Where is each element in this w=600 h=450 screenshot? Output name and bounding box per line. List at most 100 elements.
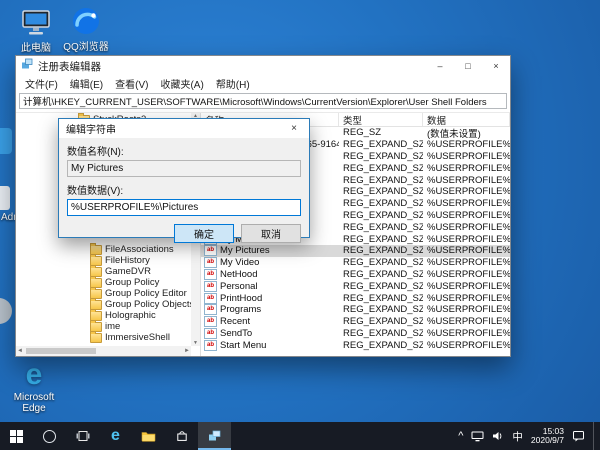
value-type: REG_EXPAND_SZ: [339, 139, 423, 150]
value-type: REG_EXPAND_SZ: [339, 269, 423, 280]
value-data-input[interactable]: [67, 199, 301, 216]
desktop-icon-edge[interactable]: e Microsoft Edge: [8, 360, 60, 414]
string-value-icon: ab: [204, 304, 217, 315]
value-data: %USERPROFILE%\Downloads: [423, 139, 510, 150]
dialog-title-bar[interactable]: 编辑字符串 ×: [59, 119, 309, 138]
ime-indicator[interactable]: 中: [512, 429, 523, 444]
tree-item[interactable]: Holographic: [90, 310, 156, 321]
store-icon: [176, 430, 188, 442]
close-button[interactable]: ×: [482, 56, 510, 76]
dialog-close-button[interactable]: ×: [279, 119, 309, 138]
scroll-right-icon[interactable]: ►: [184, 348, 190, 354]
edge-icon: e: [26, 360, 43, 390]
registry-value-row[interactable]: abSendToREG_EXPAND_SZ%USERPROFILE%\AppDa…: [201, 328, 510, 340]
scroll-thumb[interactable]: [26, 348, 96, 354]
partial-desktop-icon[interactable]: [0, 298, 12, 324]
registry-value-row[interactable]: abProgramsREG_EXPAND_SZ%USERPROFILE%\App…: [201, 304, 510, 316]
value-data: %USERPROFILE%\AppData\Roaming\Microsoft\…: [423, 340, 510, 351]
value-name-label: 数值名称(N):: [67, 143, 301, 158]
value-type: REG_EXPAND_SZ: [339, 175, 423, 186]
maximize-button[interactable]: □: [454, 56, 482, 76]
column-header-data[interactable]: 数据: [423, 113, 510, 126]
address-bar-container: 计算机\HKEY_CURRENT_USER\SOFTWARE\Microsoft…: [16, 91, 510, 113]
action-center-icon[interactable]: [572, 430, 585, 442]
tree-item[interactable]: Group Policy Editor: [90, 288, 187, 299]
value-type: REG_EXPAND_SZ: [339, 304, 423, 315]
value-data: %USERPROFILE%\Documents: [423, 281, 510, 292]
tree-horizontal-scrollbar[interactable]: ◄ ►: [16, 346, 191, 356]
edge-icon: e: [111, 428, 120, 444]
qq-browser-icon: [71, 6, 101, 36]
desktop: Adm... 此电脑 QQ浏览器 e Microsoft: [0, 0, 600, 450]
column-header-type[interactable]: 类型: [339, 113, 423, 126]
folder-icon: [90, 333, 102, 343]
value-data: %USERPROFILE%\Favorites: [423, 198, 510, 209]
taskbar-clock[interactable]: 15:03 2020/9/7: [531, 427, 564, 446]
tree-item[interactable]: ImmersiveShell: [90, 332, 170, 343]
string-value-icon: ab: [204, 269, 217, 280]
tree-item[interactable]: FileHistory: [90, 255, 150, 266]
taskbar-file-explorer-button[interactable]: [132, 422, 165, 450]
value-data: %USERPROFILE%\AppData\Roaming\Microsoft\…: [423, 293, 510, 304]
taskbar-edge-button[interactable]: e: [99, 422, 132, 450]
menu-item-2[interactable]: 查看(V): [109, 76, 154, 91]
dialog-title: 编辑字符串: [66, 121, 279, 136]
show-desktop-button[interactable]: [593, 422, 598, 450]
value-data: %USERPROFILE%\Pictures: [423, 245, 510, 256]
registry-value-row[interactable]: abNetHoodREG_EXPAND_SZ%USERPROFILE%\AppD…: [201, 269, 510, 281]
desktop-icon-this-pc[interactable]: 此电脑: [8, 7, 64, 54]
task-view-icon: [76, 430, 90, 442]
scroll-down-icon[interactable]: ▼: [193, 340, 198, 346]
tree-item-label: Group Policy Objects: [105, 299, 191, 310]
ok-button[interactable]: 确定: [174, 224, 234, 243]
registry-value-row[interactable]: abRecentREG_EXPAND_SZ%USERPROFILE%\AppDa…: [201, 316, 510, 328]
registry-value-row[interactable]: abPersonalREG_EXPAND_SZ%USERPROFILE%\Doc…: [201, 280, 510, 292]
tree-item-label: Group Policy: [105, 277, 159, 288]
menu-item-0[interactable]: 文件(F): [19, 76, 64, 91]
menu-item-1[interactable]: 编辑(E): [64, 76, 109, 91]
search-button[interactable]: [33, 422, 66, 450]
registry-value-row[interactable]: abStart MenuREG_EXPAND_SZ%USERPROFILE%\A…: [201, 339, 510, 351]
value-type: REG_EXPAND_SZ: [339, 281, 423, 292]
menu-item-4[interactable]: 帮助(H): [210, 76, 256, 91]
value-type: REG_EXPAND_SZ: [339, 316, 423, 327]
cancel-button[interactable]: 取消: [241, 224, 301, 243]
value-data-label: 数值数据(V):: [67, 182, 301, 197]
volume-icon[interactable]: [492, 431, 504, 441]
system-tray: ^ 中 15:03 2020/9/7: [458, 422, 600, 450]
title-bar[interactable]: 注册表编辑器 – □ ×: [16, 56, 510, 76]
value-name: NetHood: [220, 269, 258, 280]
scroll-left-icon[interactable]: ◄: [17, 348, 23, 354]
app-icon: [0, 128, 12, 154]
value-name-input[interactable]: [67, 160, 301, 177]
tree-item[interactable]: Group Policy Objects: [90, 299, 191, 310]
value-data: %USERPROFILE%\AppData\Roaming: [423, 151, 510, 162]
tray-expand-icon[interactable]: ^: [458, 431, 463, 442]
tree-item[interactable]: GameDVR: [90, 266, 151, 277]
value-name: Programs: [220, 304, 261, 315]
taskbar-store-button[interactable]: [165, 422, 198, 450]
desktop-icon-qq-browser[interactable]: QQ浏览器: [58, 6, 114, 53]
edit-string-dialog: 编辑字符串 × 数值名称(N): 数值数据(V): 确定 取消: [58, 118, 310, 238]
value-type: REG_EXPAND_SZ: [339, 198, 423, 209]
partial-desktop-icon[interactable]: [0, 186, 10, 210]
dialog-buttons: 确定 取消: [67, 224, 301, 243]
value-type: REG_EXPAND_SZ: [339, 222, 423, 233]
network-icon[interactable]: [471, 431, 484, 442]
search-icon: [43, 430, 56, 443]
value-type: REG_EXPAND_SZ: [339, 340, 423, 351]
address-input[interactable]: 计算机\HKEY_CURRENT_USER\SOFTWARE\Microsoft…: [19, 93, 507, 109]
start-button[interactable]: [0, 422, 33, 450]
taskbar-regedit-button[interactable]: [198, 422, 231, 450]
registry-value-row[interactable]: abPrintHoodREG_EXPAND_SZ%USERPROFILE%\Ap…: [201, 292, 510, 304]
task-view-button[interactable]: [66, 422, 99, 450]
value-name: Recent: [220, 316, 250, 327]
menu-item-3[interactable]: 收藏夹(A): [154, 76, 209, 91]
tree-item[interactable]: Group Policy: [90, 277, 159, 288]
registry-value-row[interactable]: abMy VideoREG_EXPAND_SZ%USERPROFILE%\Vid…: [201, 257, 510, 269]
partial-desktop-icon[interactable]: [0, 128, 12, 154]
minimize-button[interactable]: –: [426, 56, 454, 76]
value-data: %USERPROFILE%\AppData\Local\Microsoft\Wi…: [423, 210, 510, 221]
value-type: REG_EXPAND_SZ: [339, 210, 423, 221]
string-value-icon: ab: [204, 340, 217, 351]
